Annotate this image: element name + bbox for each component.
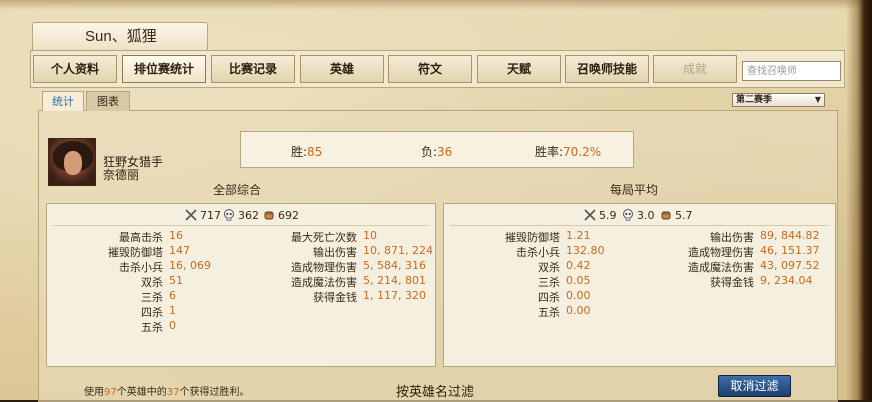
season-select[interactable]: 第二赛季 ▼	[732, 93, 825, 107]
stat-value: 16	[169, 229, 183, 242]
averages-title: 每局平均	[610, 183, 659, 197]
stat-value: 147	[169, 244, 190, 257]
subtab-stats[interactable]: 统计	[42, 91, 84, 111]
stat-label: 双杀	[538, 261, 560, 274]
stat-label: 摧毁防御塔	[505, 231, 560, 244]
totals-kda: 717 362 692	[47, 209, 435, 223]
clear-filter-button[interactable]: 取消过滤	[718, 375, 791, 397]
stat-label: 击杀小兵	[516, 246, 560, 259]
tab-summoner-spells[interactable]: 召唤师技能	[565, 55, 649, 83]
filter-by-champion-title: 按英雄名过滤	[396, 385, 475, 400]
win-rate: 胜率:70.2%	[535, 145, 602, 159]
stat-value: 10, 871, 224	[363, 244, 433, 257]
stat-label: 造成物理伤害	[291, 261, 357, 274]
stat-label: 最高击杀	[119, 231, 163, 244]
stat-value: 10	[363, 229, 377, 242]
subtab-charts[interactable]: 图表	[86, 91, 130, 111]
stat-label: 造成物理伤害	[688, 246, 754, 259]
stat-value: 51	[169, 274, 183, 287]
win-loss-summary: 胜:85 负:36 胜率:70.2%	[240, 131, 634, 168]
stat-value: 16, 069	[169, 259, 211, 272]
stat-value: 89, 844.82	[760, 229, 820, 242]
averages-kda: 5.9 3.0 5.7	[444, 209, 835, 223]
chevron-down-icon: ▼	[814, 95, 821, 104]
tab-achievements[interactable]: 成就	[653, 55, 737, 83]
stat-label: 造成魔法伤害	[291, 276, 357, 289]
totals-panel: 717 362 692 最高击杀 16 摧毁防御塔 147 击杀小兵 16, 0…	[46, 203, 436, 367]
averages-panel: 5.9 3.0 5.7 摧毁防御塔 1.21 击杀小兵 132.80 双杀 0.…	[443, 203, 836, 367]
fist-icon	[661, 211, 671, 220]
win-rate-value: 70.2%	[563, 145, 602, 159]
stat-label: 四杀	[538, 291, 560, 304]
losses: 负:36	[421, 145, 453, 159]
losses-value: 36	[437, 145, 453, 159]
stat-label: 造成魔法伤害	[688, 261, 754, 274]
stat-value: 6	[169, 289, 176, 302]
tab-match-history[interactable]: 比赛记录	[211, 55, 295, 83]
stat-value: 1.21	[566, 229, 591, 242]
tab-runes[interactable]: 符文	[388, 55, 472, 83]
fist-icon	[264, 211, 274, 220]
stat-value: 1, 117, 320	[363, 289, 426, 302]
season-select-value: 第二赛季	[736, 95, 773, 105]
stat-label: 获得金钱	[710, 276, 754, 289]
tab-masteries[interactable]: 天赋	[477, 55, 561, 83]
stat-value: 0.00	[566, 289, 591, 302]
window-title: Sun、狐狸	[32, 22, 208, 50]
stat-value: 46, 151.37	[760, 244, 820, 257]
wins-value: 85	[307, 145, 323, 159]
stat-value: 0.05	[566, 274, 591, 287]
parchment-edge-top	[0, 0, 872, 10]
skull-icon	[623, 209, 633, 221]
stat-label: 三杀	[538, 276, 560, 289]
stat-label: 获得金钱	[313, 291, 357, 304]
stat-label: 输出伤害	[710, 231, 754, 244]
stat-value: 0.42	[566, 259, 591, 272]
stat-value: 0	[169, 319, 176, 332]
stat-label: 四杀	[141, 306, 163, 319]
tab-ranked-stats[interactable]: 排位赛统计	[122, 55, 206, 83]
stat-label: 击杀小兵	[119, 261, 163, 274]
skull-icon	[224, 209, 234, 221]
stat-value: 43, 097.52	[760, 259, 820, 272]
champion-win-note: 使用97个英雄中的37个获得过胜利。	[84, 387, 250, 398]
swords-icon	[584, 209, 596, 221]
stat-value: 5, 214, 801	[363, 274, 426, 287]
stat-label: 输出伤害	[313, 246, 357, 259]
stat-value: 0.00	[566, 304, 591, 317]
stat-value: 9, 234.04	[760, 274, 813, 287]
swords-icon	[185, 209, 197, 221]
stat-label: 五杀	[538, 306, 560, 319]
parchment-edge-right	[846, 0, 872, 400]
stat-value: 5, 584, 316	[363, 259, 426, 272]
champion-subname: 奈德丽	[103, 168, 140, 182]
stat-label: 三杀	[141, 291, 163, 304]
stat-value: 1	[169, 304, 176, 317]
stat-label: 最大死亡次数	[291, 231, 357, 244]
tab-profile[interactable]: 个人资料	[33, 55, 117, 83]
stat-label: 摧毁防御塔	[108, 246, 163, 259]
wins: 胜:85	[291, 145, 323, 159]
search-summoner-input[interactable]	[742, 61, 841, 81]
stat-value: 132.80	[566, 244, 605, 257]
tab-champions[interactable]: 英雄	[300, 55, 384, 83]
stat-label: 双杀	[141, 276, 163, 289]
champion-portrait	[48, 138, 96, 186]
totals-title: 全部综合	[213, 183, 262, 197]
stat-label: 五杀	[141, 321, 163, 334]
